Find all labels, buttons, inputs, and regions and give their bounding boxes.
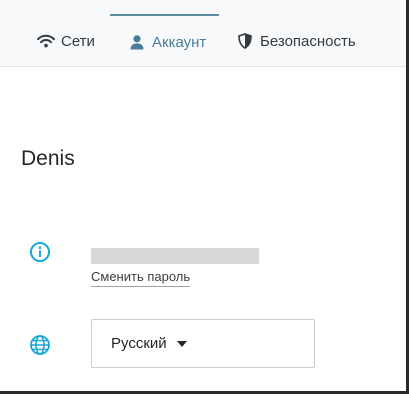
- tab-security-label: Безопасность: [260, 32, 356, 50]
- password-placeholder-bar: [91, 248, 259, 264]
- caret-down-icon: [176, 340, 187, 347]
- tab-account[interactable]: Аккаунт: [110, 14, 219, 66]
- tab-account-label: Аккаунт: [152, 33, 207, 51]
- language-select-value: Русский: [111, 335, 167, 352]
- username: Denis: [21, 147, 75, 170]
- tab-networks[interactable]: Сети: [37, 14, 95, 66]
- tab-bar: Сети Аккаунт Безопасность: [0, 0, 406, 67]
- tab-networks-label: Сети: [61, 32, 95, 50]
- change-password-link[interactable]: Сменить пароль: [91, 269, 191, 287]
- window-frame: Сети Аккаунт Безопасность Denis Сменить …: [0, 0, 409, 394]
- info-icon: [29, 241, 51, 263]
- language-select[interactable]: Русский: [91, 319, 315, 368]
- globe-icon: [29, 334, 51, 356]
- wifi-icon: [37, 32, 55, 50]
- user-icon: [128, 33, 146, 51]
- tab-security[interactable]: Безопасность: [236, 14, 356, 66]
- shield-icon: [236, 32, 254, 50]
